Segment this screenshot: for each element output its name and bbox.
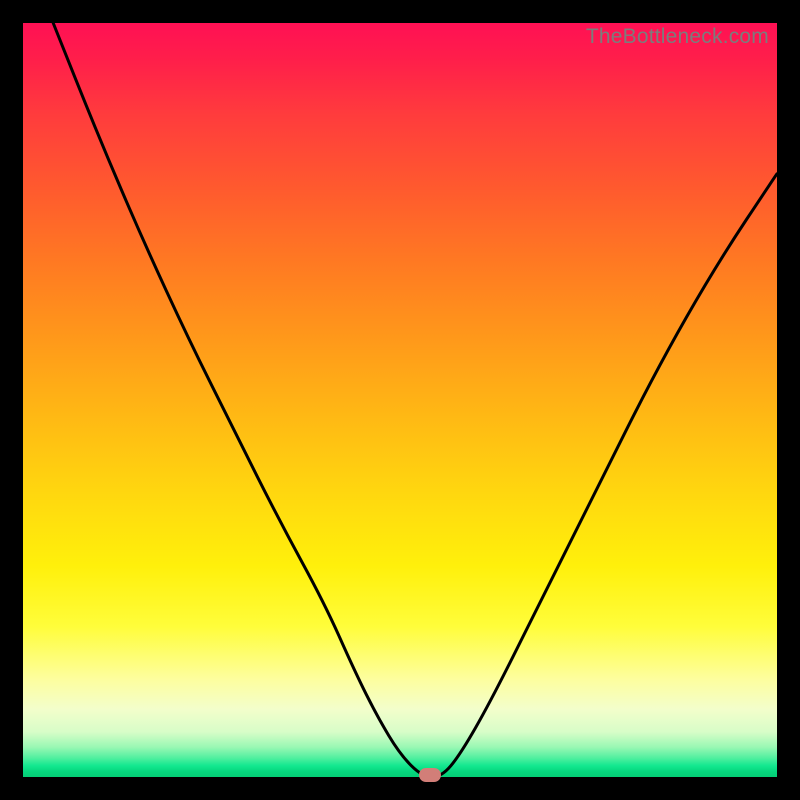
plot-area: TheBottleneck.com — [23, 23, 777, 777]
chart-frame: TheBottleneck.com — [0, 0, 800, 800]
bottleneck-curve — [23, 23, 777, 777]
minimum-marker — [419, 768, 441, 782]
